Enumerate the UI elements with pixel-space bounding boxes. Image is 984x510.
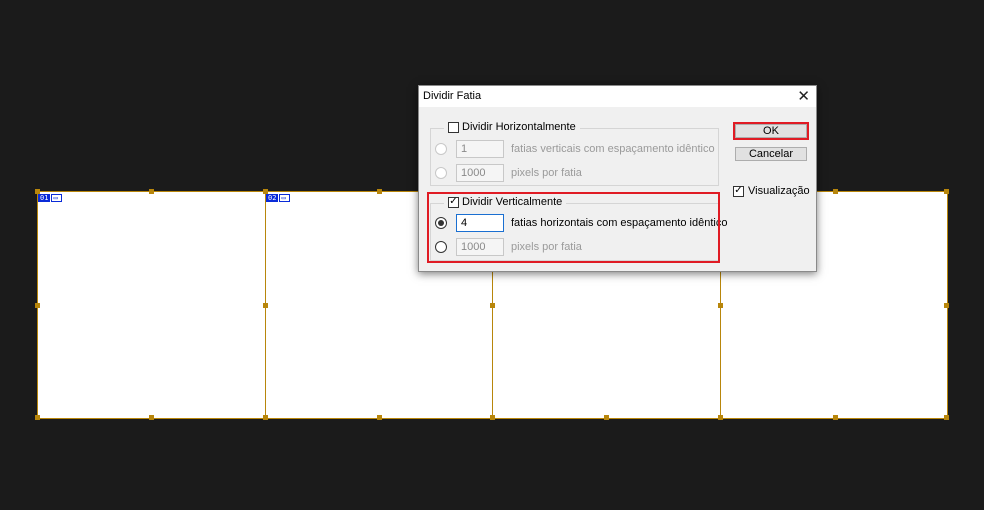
horizontal-pixels-label: pixels por fatia <box>511 167 582 179</box>
slice-handle[interactable] <box>718 303 723 308</box>
slice-handle[interactable] <box>263 415 268 420</box>
preview-checkbox[interactable]: ✓ <box>733 185 744 197</box>
horizontal-pixels-row: pixels por fatia <box>435 164 582 182</box>
divide-horizontal-checkbox[interactable] <box>448 121 459 133</box>
slice-handle[interactable] <box>263 189 268 194</box>
slice-handle[interactable] <box>149 415 154 420</box>
slice-handle[interactable] <box>604 415 609 420</box>
slice-handle[interactable] <box>944 189 949 194</box>
slice-handle[interactable] <box>944 415 949 420</box>
dialog-title: Dividir Fatia <box>423 90 482 102</box>
slice-handle[interactable] <box>490 415 495 420</box>
slice-handle[interactable] <box>833 189 838 194</box>
slice-handle[interactable] <box>377 189 382 194</box>
vertical-section-highlight <box>427 192 720 263</box>
slice-handle[interactable] <box>263 303 268 308</box>
slice-number: 01 <box>38 194 51 202</box>
cancel-button[interactable]: Cancelar <box>735 147 807 161</box>
preview-label: Visualização <box>748 185 810 197</box>
divide-horizontal-label: Dividir Horizontalmente <box>462 121 576 133</box>
horizontal-legend: Dividir Horizontalmente <box>444 121 580 133</box>
preview-option[interactable]: ✓ Visualização <box>733 185 810 197</box>
horizontal-pixels-input[interactable] <box>456 164 504 182</box>
horizontal-count-label: fatias verticais com espaçamento idêntic… <box>511 143 715 155</box>
ok-button-highlight <box>733 122 809 140</box>
slice-handle[interactable] <box>833 415 838 420</box>
horizontal-count-radio[interactable] <box>435 143 447 155</box>
slice-handle[interactable] <box>149 189 154 194</box>
slice-number: 02 <box>266 194 279 202</box>
dialog-titlebar[interactable]: Dividir Fatia ✕ <box>419 86 816 107</box>
horizontal-pixels-radio[interactable] <box>435 167 447 179</box>
horizontal-count-input[interactable] <box>456 140 504 158</box>
slice-badge: 01 ▭ <box>38 194 63 202</box>
slice-handle[interactable] <box>490 303 495 308</box>
slice-handle[interactable] <box>35 303 40 308</box>
slice-icon: ▭ <box>279 194 291 202</box>
slice-icon: ▭ <box>51 194 63 202</box>
slice-badge: 02 ▭ <box>266 194 291 202</box>
slice-handle[interactable] <box>718 415 723 420</box>
slice-handle[interactable] <box>944 303 949 308</box>
divide-slice-dialog: Dividir Fatia ✕ Dividir Horizontalmente … <box>418 85 817 272</box>
slice-handle[interactable] <box>377 415 382 420</box>
close-icon[interactable]: ✕ <box>797 87 810 105</box>
slice-handle[interactable] <box>35 189 40 194</box>
slice-handle[interactable] <box>35 415 40 420</box>
horizontal-count-row: fatias verticais com espaçamento idêntic… <box>435 140 715 158</box>
